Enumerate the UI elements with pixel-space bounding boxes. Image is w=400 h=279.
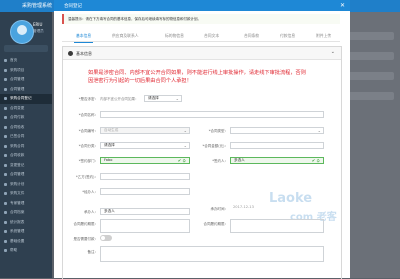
section-header[interactable]: 基本信息 ⌄ bbox=[63, 47, 341, 60]
tab-terms[interactable]: 合同条款 bbox=[244, 33, 259, 39]
check-icon: ✔ ⛭ bbox=[311, 158, 320, 163]
sidebar-item[interactable]: 专家管理 bbox=[0, 199, 52, 209]
end-label: 合同履约期限： bbox=[203, 222, 229, 226]
chevron-down-icon: ⌄ bbox=[317, 128, 321, 133]
chevron-down-icon: ⌄ bbox=[175, 96, 179, 101]
contract-category-select[interactable]: 请选择 ⌄ bbox=[100, 142, 190, 149]
background-row bbox=[344, 52, 394, 60]
modal-title: 合同登记 bbox=[64, 3, 82, 9]
sidebar-item[interactable]: 帮助 bbox=[0, 246, 52, 256]
tab-basic-info[interactable]: 基本信息 bbox=[73, 33, 94, 43]
sidebar: ERIU 管理员 首页 采购项目 合同管理 合同管理 采购合同登记 合同变更 合… bbox=[0, 12, 52, 278]
check-icon: ✔ ⛭ bbox=[177, 158, 186, 163]
background-row bbox=[344, 32, 394, 40]
sidebar-item[interactable]: 合同变更 bbox=[0, 104, 52, 114]
person-input[interactable]: 多选人 ✔ ⛭ bbox=[230, 157, 324, 164]
payment-toggle[interactable] bbox=[100, 235, 112, 241]
sidebar-item[interactable]: 已签合同 bbox=[0, 132, 52, 142]
chevron-down-icon: ⌄ bbox=[183, 143, 187, 148]
contract-category-label: *合同分类： bbox=[78, 144, 98, 148]
sidebar-item[interactable]: 合同管理 bbox=[0, 170, 52, 180]
contract-name-label: *合同名称： bbox=[78, 113, 98, 117]
start-input[interactable] bbox=[100, 219, 190, 233]
close-icon[interactable]: ✕ bbox=[340, 2, 345, 9]
sidebar-item[interactable]: 合同管理 bbox=[0, 85, 52, 95]
secret-hint: 内部不宜公开合同如果： bbox=[100, 97, 139, 101]
sidebar-item[interactable]: 变更登记 bbox=[0, 161, 52, 171]
chevron-down-icon: ⌄ bbox=[183, 128, 187, 133]
contract-no-input[interactable]: 自动生成 ⌄ bbox=[100, 127, 190, 134]
sidebar-item[interactable]: 合同验收 bbox=[0, 123, 52, 133]
sidebar-item[interactable]: 合同管理 bbox=[0, 75, 52, 85]
sidebar-item[interactable]: 采购计划 bbox=[0, 180, 52, 190]
remark-textarea[interactable] bbox=[100, 246, 324, 262]
contract-type-label: *合同类型： bbox=[208, 129, 228, 133]
contract-type-select[interactable]: ⌄ bbox=[230, 127, 324, 134]
watermark-logo: Laoke bbox=[269, 191, 313, 206]
user-role: 管理员 bbox=[33, 29, 44, 33]
contract-no-label: *合同编号： bbox=[78, 129, 98, 133]
end-input[interactable] bbox=[230, 219, 324, 233]
secrecy-warning: 如果是涉密合同、内部不宜公开合同如果，则不能进行线上审批操作，请走线下审批流程，… bbox=[88, 70, 306, 84]
background-row bbox=[344, 92, 394, 100]
sidebar-item[interactable]: 系统管理 bbox=[0, 227, 52, 237]
tab-payment[interactable]: 付款信息 bbox=[280, 33, 295, 39]
sidebar-item[interactable]: 首页 bbox=[0, 56, 52, 66]
sidebar-item[interactable]: 统计报表 bbox=[0, 218, 52, 228]
info-icon bbox=[68, 50, 73, 56]
modal-header: 合同登记 ✕ bbox=[54, 0, 350, 11]
party-label: *乙方(签约)： bbox=[76, 175, 98, 179]
date-label: 承办时间： bbox=[210, 207, 229, 211]
handler-label: *经办人： bbox=[82, 190, 98, 194]
contract-modal: 合同登记 ✕ 温馨提示：请在下方填写合同的基本信息，保存后可继续填写标的物信息和… bbox=[54, 0, 350, 279]
sidebar-item[interactable]: 采购合同 bbox=[0, 142, 52, 152]
tab-bar: 基本信息 供应商及联系人 标的物信息 合同文本 合同条款 付款信息 附件上传 bbox=[62, 31, 340, 43]
chevron-down-icon[interactable]: ⌄ bbox=[331, 49, 335, 55]
handler-input[interactable] bbox=[100, 188, 190, 195]
signer-input[interactable]: Fabo ✔ ⛭ bbox=[100, 157, 190, 164]
sidebar-nav: 首页 采购项目 合同管理 合同管理 采购合同登记 合同变更 合同付款 合同验收 … bbox=[0, 56, 52, 256]
tab-attachments[interactable]: 附件上传 bbox=[316, 33, 331, 39]
signer-label: *签约部门： bbox=[78, 159, 98, 163]
contract-name-input[interactable] bbox=[100, 111, 324, 118]
date-input[interactable]: 2017-12-13 bbox=[230, 205, 324, 212]
tab-supplier[interactable]: 供应商及联系人 bbox=[112, 33, 139, 39]
tab-subject[interactable]: 标的物信息 bbox=[165, 33, 184, 39]
notice-bar: 温馨提示：请在下方填写合同的基本信息，保存后可继续填写标的物信息和付款计划。 bbox=[62, 14, 340, 24]
secret-label: *是否涉密： bbox=[78, 97, 98, 101]
party-input[interactable] bbox=[100, 173, 190, 180]
contact-input[interactable]: 多选人 bbox=[100, 208, 190, 215]
secret-select[interactable]: 请选择 ⌄ bbox=[144, 95, 182, 102]
sidebar-item[interactable]: 采购文件 bbox=[0, 189, 52, 199]
sidebar-search-input[interactable] bbox=[4, 45, 48, 52]
sidebar-item[interactable]: 合同付款 bbox=[0, 113, 52, 123]
sidebar-item[interactable]: 基础设置 bbox=[0, 237, 52, 247]
remark-label: 备注： bbox=[87, 250, 99, 254]
sidebar-item[interactable]: 合同收款 bbox=[0, 151, 52, 161]
user-name: ERIU bbox=[33, 22, 43, 27]
start-label: 合同履约期限： bbox=[73, 222, 99, 226]
app-title: 采购管理系统 bbox=[22, 3, 53, 9]
switch-label: 是否需要付款： bbox=[73, 237, 99, 241]
sidebar-item[interactable]: 采购项目 bbox=[0, 66, 52, 76]
avatar[interactable] bbox=[10, 20, 34, 44]
amount-input[interactable] bbox=[230, 142, 324, 149]
contact-label: 承办人： bbox=[84, 210, 98, 214]
section-title: 基本信息 bbox=[76, 50, 92, 56]
person-label: *签约人： bbox=[212, 159, 228, 163]
background-row bbox=[344, 72, 394, 80]
sidebar-item[interactable]: 合同档案 bbox=[0, 208, 52, 218]
sidebar-item-active[interactable]: 采购合同登记 bbox=[0, 94, 52, 104]
tab-contract-text[interactable]: 合同文本 bbox=[204, 33, 219, 39]
amount-label: *合同金额(元)： bbox=[202, 144, 228, 148]
